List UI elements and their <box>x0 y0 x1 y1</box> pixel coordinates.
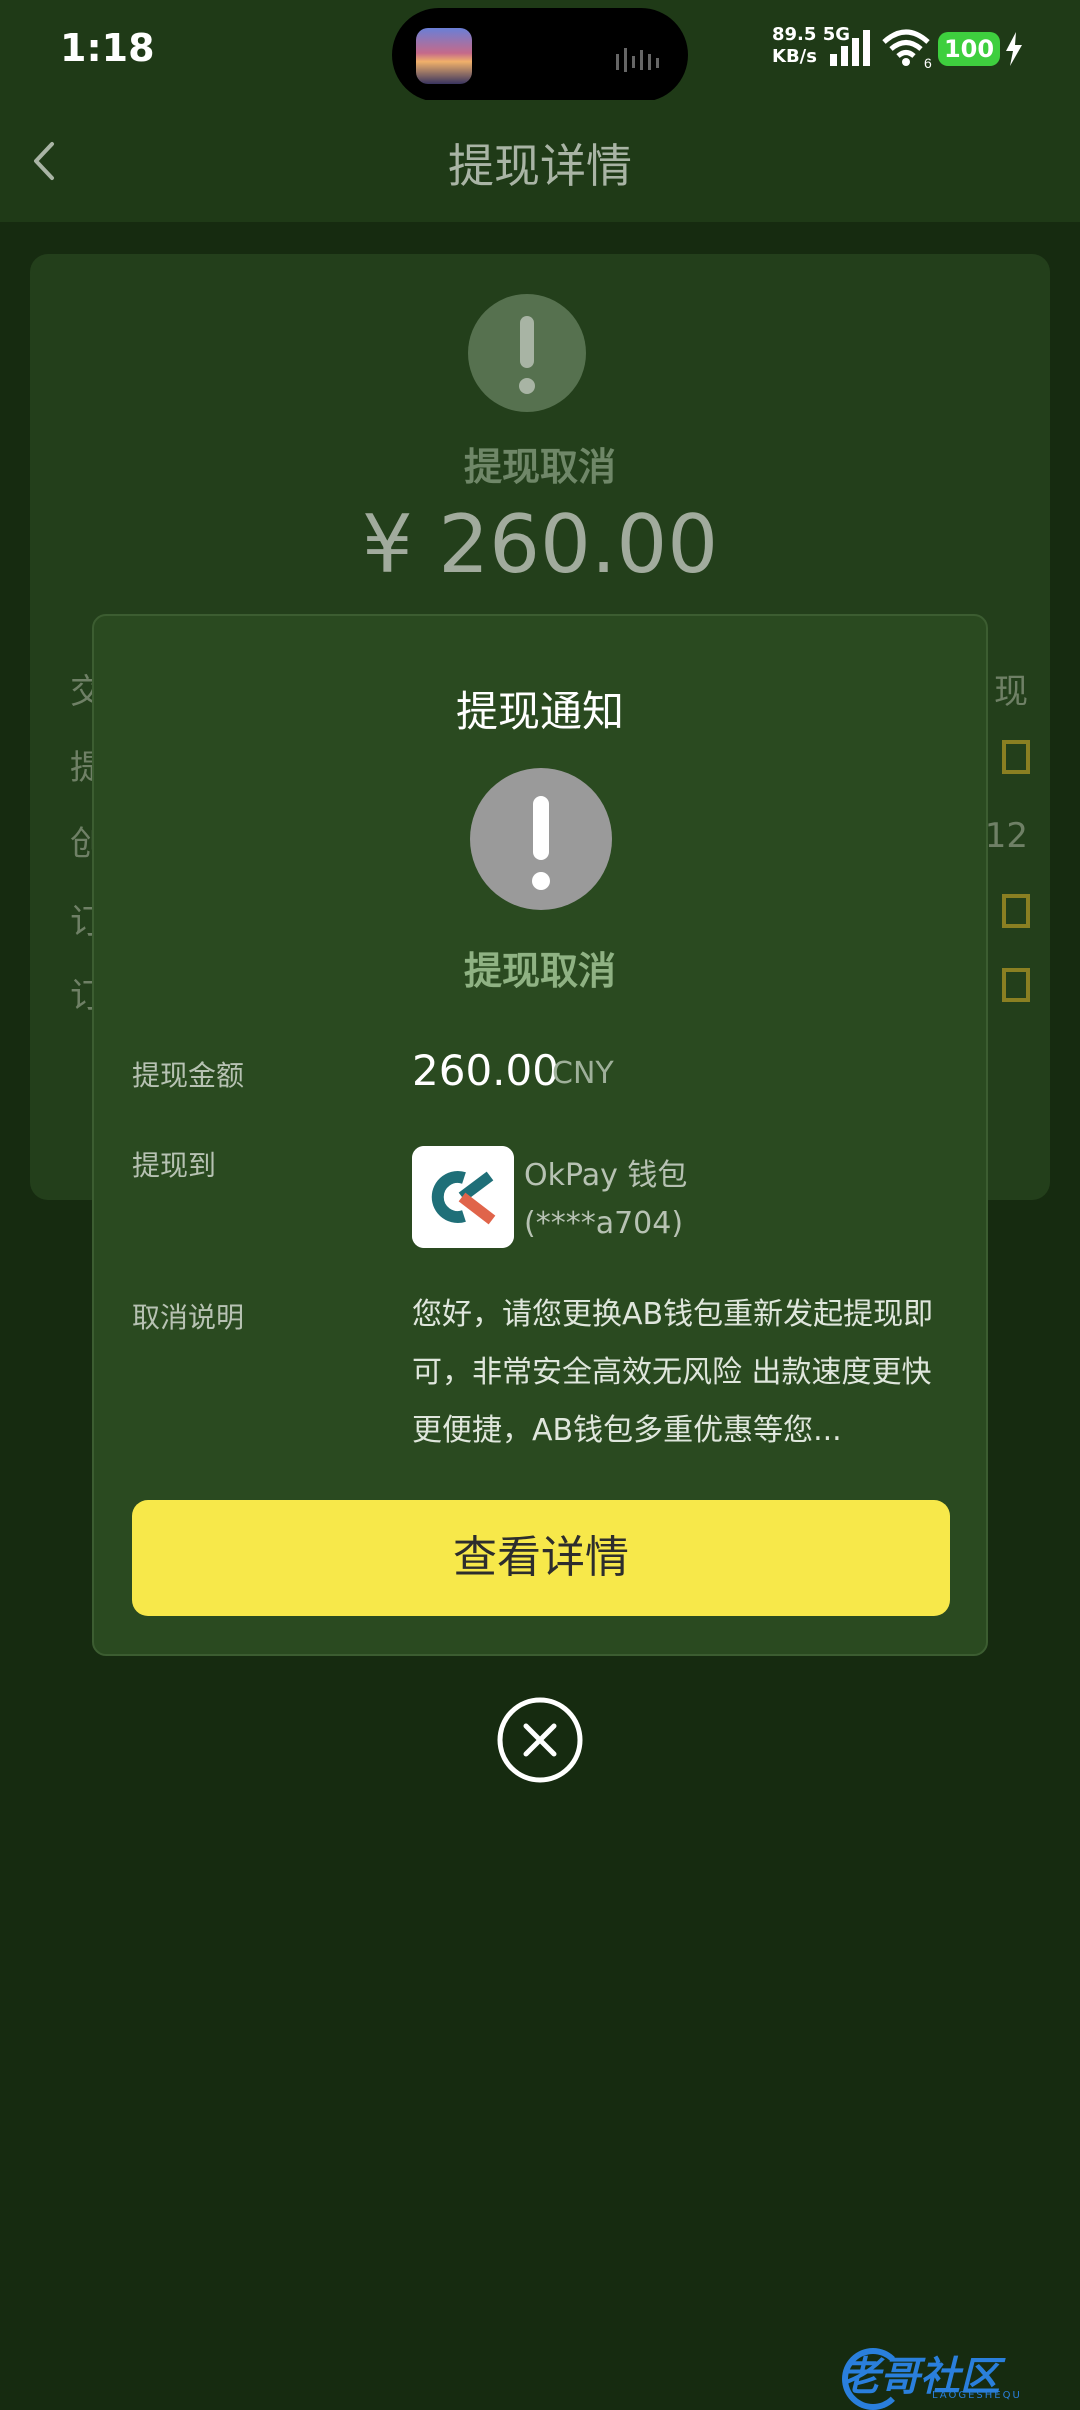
amount-value: 260.00 <box>412 1046 559 1095</box>
status-bar: 1:18 89.5 5G KB/s 6 100 <box>0 0 1080 102</box>
withdrawal-amount: ¥ 260.00 <box>361 498 719 591</box>
dynamic-island[interactable] <box>392 8 688 102</box>
copy-icon[interactable] <box>994 740 1030 780</box>
status-time: 1:18 <box>60 26 155 70</box>
destination-label: 提现到 <box>132 1149 217 1182</box>
withdrawal-notice-modal: 提现通知 提现取消 提现金额 260.00 CNY 提现到 OkPay 钱包 (… <box>92 614 988 1656</box>
page-title: 提现详情 <box>448 139 632 193</box>
view-details-button[interactable]: 查看详情 <box>132 1500 950 1616</box>
page-header: 提现详情 <box>0 100 1080 222</box>
amount-currency: CNY <box>552 1056 614 1091</box>
info-row-value: 现 <box>994 672 1028 712</box>
charging-bolt-icon <box>1006 32 1022 66</box>
wifi-band-label: 6 <box>924 55 932 68</box>
warning-icon <box>470 768 612 910</box>
copy-icon[interactable] <box>994 894 1030 934</box>
cancel-reason-label: 取消说明 <box>132 1301 245 1334</box>
okpay-logo-icon <box>412 1146 514 1248</box>
battery-indicator: 100 <box>938 32 1000 66</box>
warning-icon <box>468 294 586 412</box>
modal-title: 提现通知 <box>455 687 624 736</box>
wifi-icon: 6 <box>882 29 932 68</box>
amount-label: 提现金额 <box>132 1059 245 1092</box>
withdrawal-status: 提现取消 <box>463 445 616 489</box>
modal-status: 提现取消 <box>463 949 616 993</box>
watermark-subtext: LAOGESHEQU <box>932 2390 1022 2401</box>
cancel-reason-text: 您好，请您更换AB钱包重新发起提现即可，非常安全高效无风险 出款速度更快更便捷，… <box>412 1297 934 1448</box>
cellular-signal-icon <box>830 30 870 66</box>
media-thumbnail <box>416 28 472 84</box>
net-speed-value: 89.5 <box>772 24 817 45</box>
close-icon[interactable] <box>496 1696 584 1784</box>
copy-icon[interactable] <box>994 968 1030 1008</box>
wallet-name: OkPay 钱包 <box>524 1158 688 1193</box>
info-row-value: 12 <box>984 816 1028 856</box>
wallet-account: (****a704) <box>524 1206 684 1241</box>
audio-wave-icon <box>616 48 659 72</box>
net-speed-unit: KB/s <box>772 46 817 67</box>
